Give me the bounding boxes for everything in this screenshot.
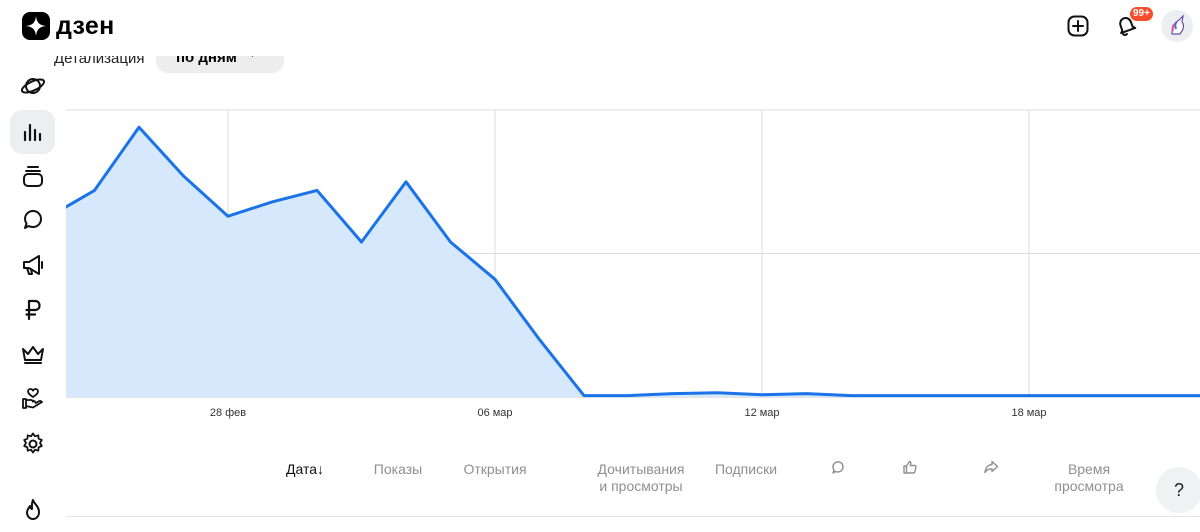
add-publication-button[interactable] (1065, 13, 1091, 39)
column-comments[interactable] (830, 459, 846, 480)
comment-icon (832, 461, 844, 474)
sidebar-item-main[interactable] (10, 64, 55, 108)
avatar[interactable] (1161, 10, 1193, 42)
top-header: дзен 99+ (0, 0, 1200, 56)
column-shares[interactable] (983, 459, 999, 480)
notifications-badge: 99+ (1130, 7, 1153, 21)
flame-icon (25, 499, 40, 520)
sidebar-item-trends[interactable] (10, 488, 55, 532)
sidebar-item-premium[interactable] (10, 332, 55, 376)
column-reads-views[interactable]: Дочитывания и просмотры (582, 461, 700, 495)
stats-table-header: Дата↓ Показы Открытия Дочитывания и прос… (0, 455, 1200, 518)
sidebar (0, 56, 66, 520)
column-watch-time[interactable]: Время просмотра (1046, 461, 1132, 495)
stats-bars-icon (23, 123, 41, 142)
gear-icon (22, 432, 43, 454)
table-divider (52, 516, 1200, 517)
comment-icon (23, 210, 42, 229)
sidebar-item-comments[interactable] (10, 198, 55, 242)
sidebar-item-monetization[interactable] (10, 288, 55, 332)
x-tick-label: 28 фев (210, 407, 246, 419)
column-subscriptions[interactable]: Подписки (706, 461, 786, 478)
sidebar-item-promotion[interactable] (10, 243, 55, 287)
plus-square-icon (1067, 15, 1089, 37)
x-axis-ticks: 28 фев06 мар12 мар18 мар23 м (210, 407, 1047, 419)
sidebar-item-donations[interactable] (10, 377, 55, 421)
like-icon (903, 460, 917, 474)
sidebar-item-publications[interactable] (10, 154, 55, 198)
sidebar-item-statistics[interactable] (10, 110, 55, 154)
planet-icon (20, 78, 45, 94)
sidebar-item-settings[interactable] (10, 422, 55, 466)
help-button[interactable]: ? (1156, 467, 1200, 513)
chart-area (50, 127, 1200, 397)
share-icon (984, 460, 999, 474)
column-opens[interactable]: Открытия (455, 461, 535, 478)
avatar-unicorn (1171, 14, 1185, 35)
dzen-logo[interactable]: дзен (22, 12, 114, 40)
logo-text: дзен (56, 12, 115, 40)
hand-heart-icon (21, 388, 43, 409)
x-tick-label: 06 мар (477, 407, 512, 419)
column-date[interactable]: Дата↓ (272, 461, 338, 478)
ruble-icon (24, 299, 41, 321)
layers-icon (22, 166, 43, 187)
megaphone-icon (22, 255, 43, 275)
x-tick-label: 18 мар (1011, 407, 1046, 419)
dzen-logo-icon (22, 12, 50, 40)
x-tick-label: 12 мар (744, 407, 779, 419)
column-likes[interactable] (902, 459, 918, 480)
column-impressions[interactable]: Показы (362, 461, 434, 478)
crown-icon (21, 346, 44, 364)
